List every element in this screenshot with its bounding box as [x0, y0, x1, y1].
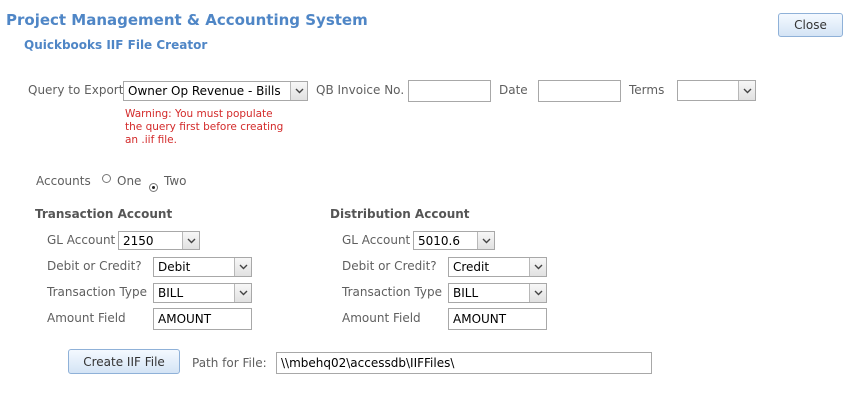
distribution-gl-label: GL Account — [342, 233, 411, 247]
chevron-down-icon[interactable] — [182, 232, 199, 249]
warning-line: an .iif file. — [125, 134, 177, 146]
transaction-type-label: Transaction Type — [47, 285, 148, 299]
chevron-down-icon[interactable] — [234, 258, 251, 276]
chevron-down-icon[interactable] — [738, 81, 755, 100]
path-label: Path for File: — [192, 356, 267, 370]
invoice-label: QB Invoice No. — [316, 83, 405, 97]
distribution-dc-label: Debit or Credit? — [342, 259, 437, 273]
distribution-type-value: BILL — [453, 286, 479, 300]
distribution-dc-value: Credit — [453, 260, 490, 274]
terms-value — [678, 81, 738, 100]
transaction-dc-label: Debit or Credit? — [47, 259, 142, 273]
close-button[interactable]: Close — [778, 13, 843, 37]
date-label: Date — [499, 83, 528, 97]
distribution-amount-input[interactable]: AMOUNT — [448, 308, 547, 330]
transaction-heading: Transaction Account — [35, 207, 173, 221]
transaction-type-value: BILL — [158, 286, 184, 300]
distribution-heading: Distribution Account — [330, 207, 470, 221]
chevron-down-icon[interactable] — [290, 82, 307, 100]
distribution-type-label: Transaction Type — [342, 285, 443, 299]
transaction-gl-label: GL Account — [47, 233, 116, 247]
distribution-gl-value: 5010.6 — [418, 233, 460, 248]
transaction-gl-value: 2150 — [123, 233, 154, 248]
transaction-amount-input[interactable]: AMOUNT — [153, 308, 252, 330]
transaction-gl-select[interactable]: 2150 — [118, 231, 200, 250]
distribution-dc-select[interactable]: Credit — [448, 257, 547, 277]
distribution-type-select[interactable]: BILL — [448, 283, 547, 303]
warning-line: Warning: You must populate — [125, 108, 273, 120]
chevron-down-icon[interactable] — [477, 232, 494, 249]
transaction-dc-value: Debit — [158, 260, 191, 274]
query-warning: Warning: You must populate the query fir… — [125, 108, 283, 147]
distribution-gl-select[interactable]: 5010.6 — [413, 231, 495, 250]
app-title: Project Management & Accounting System — [6, 11, 368, 29]
accounts-label: Accounts — [36, 174, 91, 188]
invoice-input[interactable] — [408, 80, 491, 102]
chevron-down-icon[interactable] — [234, 284, 251, 302]
query-value: Owner Op Revenue - Bills — [128, 84, 281, 98]
radio-one[interactable] — [102, 174, 111, 183]
chevron-down-icon[interactable] — [529, 284, 546, 302]
path-input[interactable]: \\mbehq02\accessdb\IIFFiles\ — [276, 352, 652, 374]
date-input[interactable] — [538, 80, 621, 102]
chevron-down-icon[interactable] — [529, 258, 546, 276]
transaction-dc-select[interactable]: Debit — [153, 257, 252, 277]
form-subtitle: Quickbooks IIF File Creator — [24, 38, 208, 52]
query-label: Query to Export — [28, 83, 124, 97]
terms-select[interactable] — [677, 80, 756, 101]
radio-one-label[interactable]: One — [117, 174, 141, 188]
terms-label: Terms — [629, 83, 665, 97]
transaction-amount-label: Amount Field — [47, 311, 126, 325]
transaction-type-select[interactable]: BILL — [153, 283, 252, 303]
create-iif-button[interactable]: Create IIF File — [68, 349, 180, 374]
radio-two-label[interactable]: Two — [164, 174, 187, 188]
warning-line: the query first before creating — [125, 121, 284, 133]
query-select[interactable]: Owner Op Revenue - Bills — [123, 81, 308, 101]
distribution-amount-label: Amount Field — [342, 311, 421, 325]
radio-two[interactable] — [149, 183, 158, 192]
